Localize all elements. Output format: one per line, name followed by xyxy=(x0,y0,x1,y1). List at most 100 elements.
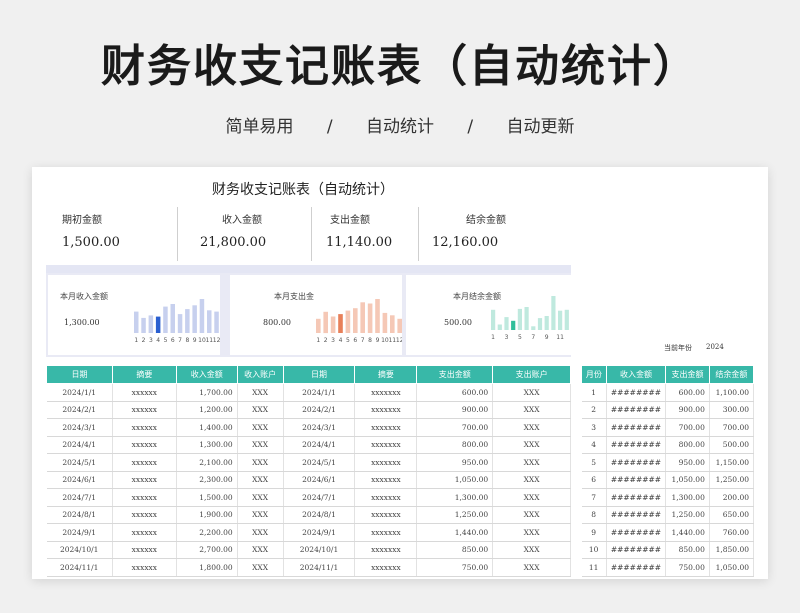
ledger-cell-out-date[interactable]: 2024/6/1 xyxy=(283,471,356,489)
ledger-cell-in-desc[interactable]: xxxxxx xyxy=(112,471,177,489)
ledger-cell-in-amt[interactable]: 1,300.00 xyxy=(176,436,238,454)
ledger-cell-out-amt[interactable]: 1,440.00 xyxy=(416,523,494,542)
monthly-cell-m-bal[interactable]: 500.00 xyxy=(709,436,755,454)
ledger-cell-out-amt[interactable]: 1,300.00 xyxy=(416,488,494,507)
ledger-cell-out-date[interactable]: 2024/8/1 xyxy=(283,506,356,524)
ledger-cell-in-amt[interactable]: 1,800.00 xyxy=(176,558,238,577)
monthly-cell-m-in[interactable]: ######## xyxy=(606,558,667,577)
ledger-cell-in-date[interactable]: 2024/2/1 xyxy=(46,401,113,419)
monthly-cell-m-in[interactable]: ######## xyxy=(606,471,667,489)
monthly-cell-m[interactable]: 1 xyxy=(581,383,607,402)
ledger-cell-out-desc[interactable]: xxxxxxx xyxy=(354,453,418,472)
ledger-cell-in-amt[interactable]: 1,700.00 xyxy=(176,383,238,402)
ledger-cell-out-amt[interactable]: 700.00 xyxy=(416,418,494,437)
monthly-cell-m-out[interactable]: 800.00 xyxy=(665,436,710,454)
ledger-cell-out-acct[interactable]: XXX xyxy=(492,383,571,402)
monthly-cell-m-out[interactable]: 900.00 xyxy=(665,401,710,419)
ledger-cell-in-desc[interactable]: xxxxxx xyxy=(112,383,177,402)
ledger-cell-in-date[interactable]: 2024/6/1 xyxy=(46,471,113,489)
monthly-cell-m[interactable]: 4 xyxy=(581,436,607,454)
ledger-cell-in-acct[interactable]: XXX xyxy=(237,418,284,437)
ledger-cell-in-amt[interactable]: 2,300.00 xyxy=(176,471,238,489)
ledger-cell-out-date[interactable]: 2024/1/1 xyxy=(283,383,356,402)
monthly-cell-m-bal[interactable]: 1,150.00 xyxy=(709,453,755,472)
ledger-cell-in-desc[interactable]: xxxxxx xyxy=(112,541,177,559)
ledger-cell-out-amt[interactable]: 750.00 xyxy=(416,558,494,577)
monthly-cell-m-bal[interactable]: 1,250.00 xyxy=(709,471,755,489)
ledger-cell-out-amt[interactable]: 850.00 xyxy=(416,541,494,559)
ledger-cell-in-date[interactable]: 2024/8/1 xyxy=(46,506,113,524)
ledger-cell-in-desc[interactable]: xxxxxx xyxy=(112,453,177,472)
monthly-cell-m-bal[interactable]: 1,100.00 xyxy=(709,383,755,402)
ledger-cell-out-acct[interactable]: XXX xyxy=(492,541,571,559)
ledger-cell-in-acct[interactable]: XXX xyxy=(237,558,284,577)
ledger-cell-in-acct[interactable]: XXX xyxy=(237,436,284,454)
monthly-cell-m[interactable]: 3 xyxy=(581,418,607,437)
monthly-cell-m[interactable]: 10 xyxy=(581,541,607,559)
ledger-cell-out-acct[interactable]: XXX xyxy=(492,418,571,437)
monthly-cell-m-in[interactable]: ######## xyxy=(606,436,667,454)
monthly-cell-m[interactable]: 9 xyxy=(581,523,607,542)
ledger-cell-in-date[interactable]: 2024/10/1 xyxy=(46,541,113,559)
ledger-cell-in-acct[interactable]: XXX xyxy=(237,506,284,524)
ledger-cell-out-desc[interactable]: xxxxxxx xyxy=(354,506,418,524)
ledger-cell-out-acct[interactable]: XXX xyxy=(492,558,571,577)
ledger-cell-out-desc[interactable]: xxxxxxx xyxy=(354,558,418,577)
monthly-cell-m-bal[interactable]: 650.00 xyxy=(709,506,755,524)
ledger-cell-in-acct[interactable]: XXX xyxy=(237,471,284,489)
monthly-cell-m-out[interactable]: 700.00 xyxy=(665,418,710,437)
current-year-value[interactable]: 2024 xyxy=(706,343,724,351)
monthly-cell-m-out[interactable]: 850.00 xyxy=(665,541,710,559)
ledger-cell-in-amt[interactable]: 2,100.00 xyxy=(176,453,238,472)
ledger-cell-in-date[interactable]: 2024/4/1 xyxy=(46,436,113,454)
ledger-cell-out-amt[interactable]: 1,050.00 xyxy=(416,471,494,489)
ledger-cell-in-acct[interactable]: XXX xyxy=(237,401,284,419)
monthly-cell-m-in[interactable]: ######## xyxy=(606,401,667,419)
ledger-cell-in-date[interactable]: 2024/9/1 xyxy=(46,523,113,542)
monthly-cell-m-in[interactable]: ######## xyxy=(606,541,667,559)
monthly-cell-m[interactable]: 7 xyxy=(581,488,607,507)
ledger-cell-in-acct[interactable]: XXX xyxy=(237,523,284,542)
ledger-cell-out-acct[interactable]: XXX xyxy=(492,506,571,524)
monthly-cell-m-bal[interactable]: 700.00 xyxy=(709,418,755,437)
monthly-cell-m-out[interactable]: 1,050.00 xyxy=(665,471,710,489)
ledger-cell-in-desc[interactable]: xxxxxx xyxy=(112,401,177,419)
ledger-cell-out-amt[interactable]: 600.00 xyxy=(416,383,494,402)
monthly-cell-m[interactable]: 2 xyxy=(581,401,607,419)
ledger-cell-out-date[interactable]: 2024/10/1 xyxy=(283,541,356,559)
monthly-cell-m-out[interactable]: 1,300.00 xyxy=(665,488,710,507)
monthly-cell-m-in[interactable]: ######## xyxy=(606,383,667,402)
monthly-cell-m-in[interactable]: ######## xyxy=(606,523,667,542)
ledger-cell-out-date[interactable]: 2024/4/1 xyxy=(283,436,356,454)
ledger-cell-in-acct[interactable]: XXX xyxy=(237,453,284,472)
monthly-cell-m-bal[interactable]: 200.00 xyxy=(709,488,755,507)
monthly-cell-m-bal[interactable]: 1,850.00 xyxy=(709,541,755,559)
ledger-cell-out-date[interactable]: 2024/5/1 xyxy=(283,453,356,472)
ledger-cell-out-acct[interactable]: XXX xyxy=(492,401,571,419)
ledger-cell-out-desc[interactable]: xxxxxxx xyxy=(354,383,418,402)
monthly-cell-m-bal[interactable]: 1,050.00 xyxy=(709,558,755,577)
ledger-cell-out-date[interactable]: 2024/7/1 xyxy=(283,488,356,507)
monthly-cell-m-out[interactable]: 1,250.00 xyxy=(665,506,710,524)
ledger-cell-in-desc[interactable]: xxxxxx xyxy=(112,488,177,507)
ledger-cell-in-desc[interactable]: xxxxxx xyxy=(112,436,177,454)
ledger-cell-in-amt[interactable]: 1,400.00 xyxy=(176,418,238,437)
monthly-cell-m-in[interactable]: ######## xyxy=(606,506,667,524)
monthly-cell-m-out[interactable]: 1,440.00 xyxy=(665,523,710,542)
ledger-cell-out-desc[interactable]: xxxxxxx xyxy=(354,436,418,454)
ledger-cell-out-acct[interactable]: XXX xyxy=(492,453,571,472)
ledger-cell-out-desc[interactable]: xxxxxxx xyxy=(354,541,418,559)
ledger-cell-in-amt[interactable]: 2,200.00 xyxy=(176,523,238,542)
ledger-cell-in-acct[interactable]: XXX xyxy=(237,488,284,507)
ledger-cell-out-date[interactable]: 2024/9/1 xyxy=(283,523,356,542)
ledger-cell-out-acct[interactable]: XXX xyxy=(492,471,571,489)
ledger-cell-in-acct[interactable]: XXX xyxy=(237,541,284,559)
monthly-cell-m[interactable]: 5 xyxy=(581,453,607,472)
monthly-cell-m-bal[interactable]: 760.00 xyxy=(709,523,755,542)
monthly-cell-m-in[interactable]: ######## xyxy=(606,453,667,472)
ledger-cell-in-date[interactable]: 2024/5/1 xyxy=(46,453,113,472)
ledger-cell-in-amt[interactable]: 1,200.00 xyxy=(176,401,238,419)
ledger-cell-out-amt[interactable]: 900.00 xyxy=(416,401,494,419)
ledger-cell-in-acct[interactable]: XXX xyxy=(237,383,284,402)
ledger-cell-in-date[interactable]: 2024/7/1 xyxy=(46,488,113,507)
